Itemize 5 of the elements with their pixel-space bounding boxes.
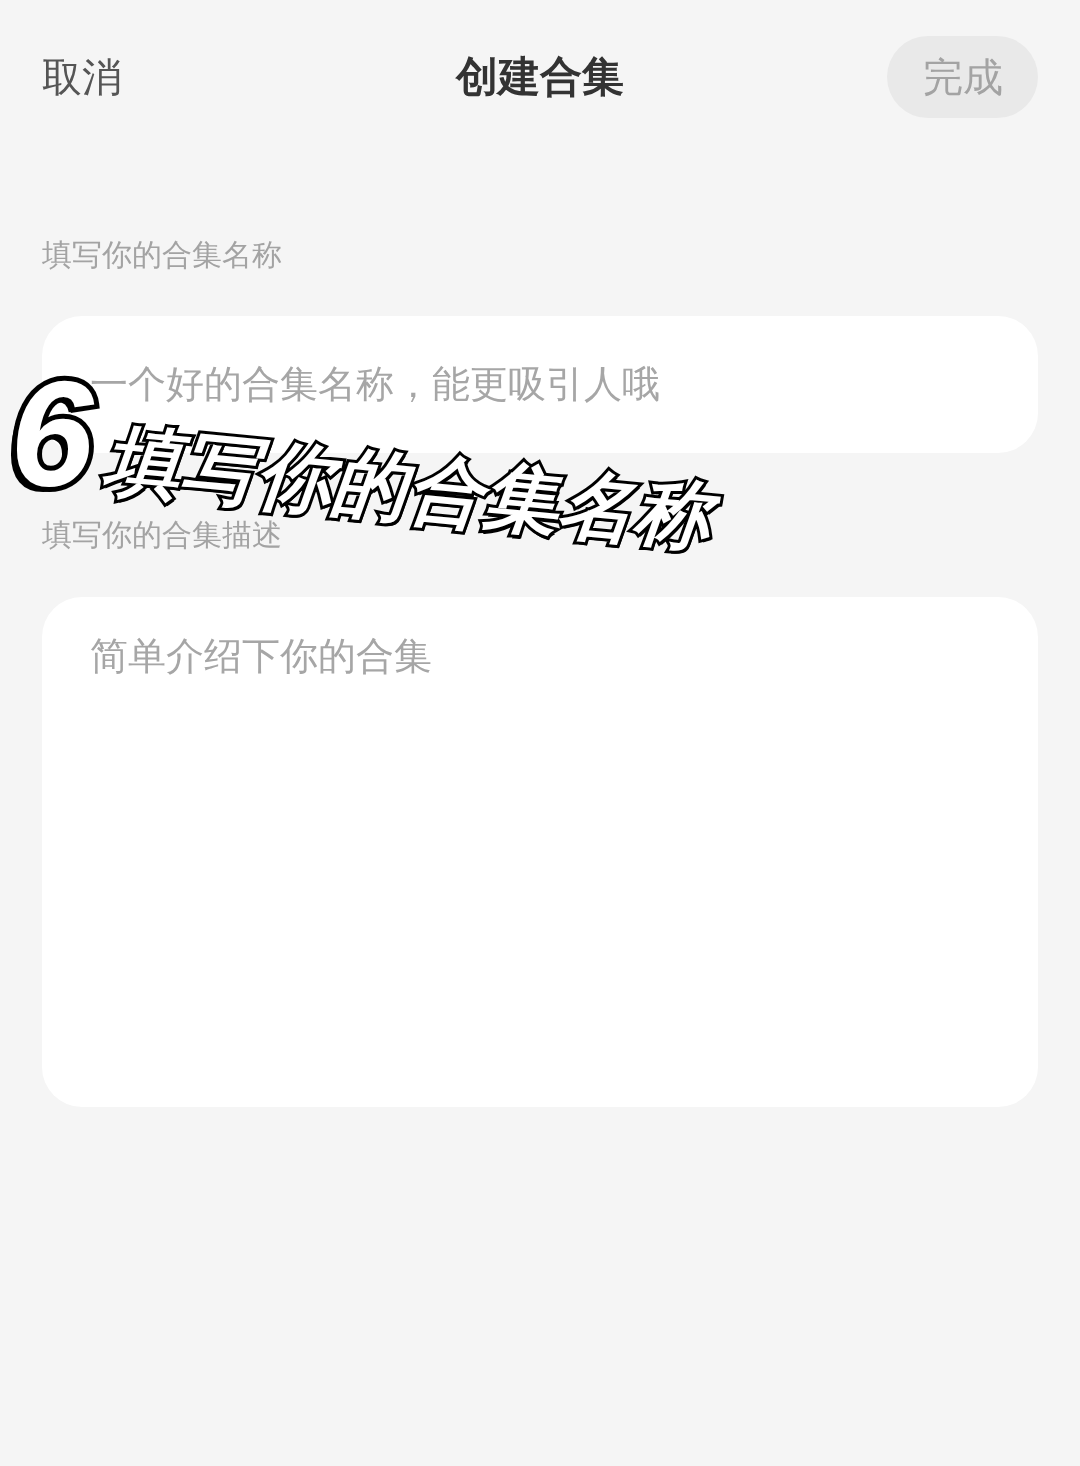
cancel-button[interactable]: 取消 [42,53,122,101]
field-label: 填写你的合集名称 [42,240,282,270]
field-label: 填写你的合集描述 [42,520,282,550]
description-text-area[interactable]: 简单介绍下你的合集 [42,597,1038,1107]
page-title: 创建合集 [456,53,624,101]
